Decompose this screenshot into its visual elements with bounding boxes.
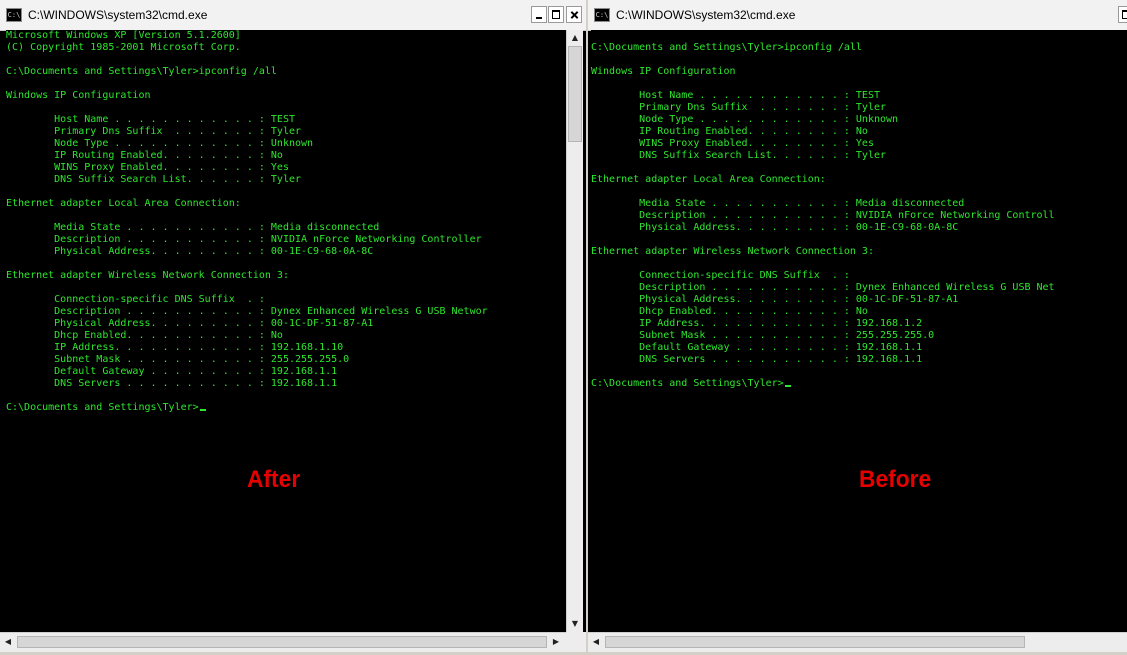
cmd-window-before[interactable]: C:\ C:\WINDOWS\system32\cmd.exe C:\Docum… bbox=[588, 0, 1127, 652]
console-line: Connection-specific DNS Suffix . : bbox=[591, 270, 1127, 282]
window-title: C:\WINDOWS\system32\cmd.exe bbox=[28, 8, 207, 22]
console-line: WINS Proxy Enabled. . . . . . . . : Yes bbox=[6, 162, 566, 174]
minimize-button[interactable] bbox=[531, 6, 547, 23]
console-line: Ethernet adapter Wireless Network Connec… bbox=[6, 270, 566, 282]
console-line: DNS Servers . . . . . . . . . . . : 192.… bbox=[6, 378, 566, 390]
horizontal-scrollbar[interactable]: ◀ bbox=[588, 632, 1127, 652]
console-line: DNS Suffix Search List. . . . . . : Tyle… bbox=[591, 150, 1127, 162]
console-line: Default Gateway . . . . . . . . . : 192.… bbox=[6, 366, 566, 378]
console-line: Host Name . . . . . . . . . . . . : TEST bbox=[591, 90, 1127, 102]
scroll-up-button[interactable]: ▲ bbox=[567, 30, 583, 46]
console-line: C:\Documents and Settings\Tyler> bbox=[6, 402, 566, 414]
console-output[interactable]: C:\Documents and Settings\Tyler>ipconfig… bbox=[591, 30, 1127, 632]
console-line: C:\Documents and Settings\Tyler>ipconfig… bbox=[591, 42, 1127, 54]
console-line bbox=[6, 186, 566, 198]
console-line: Physical Address. . . . . . . . . : 00-1… bbox=[591, 294, 1127, 306]
arrow-up-icon: ▲ bbox=[572, 33, 578, 42]
console-line: DNS Suffix Search List. . . . . . : Tyle… bbox=[6, 174, 566, 186]
vertical-scroll-thumb[interactable] bbox=[568, 46, 582, 142]
title-bar[interactable]: C:\ C:\WINDOWS\system32\cmd.exe bbox=[0, 0, 586, 31]
console-line: Windows IP Configuration bbox=[6, 90, 566, 102]
console-line: Microsoft Windows XP [Version 5.1.2600] bbox=[6, 30, 566, 42]
console-line: Dhcp Enabled. . . . . . . . . . . : No bbox=[6, 330, 566, 342]
console-line: Dhcp Enabled. . . . . . . . . . . : No bbox=[591, 306, 1127, 318]
console-line bbox=[6, 210, 566, 222]
cmd-window-after[interactable]: C:\ C:\WINDOWS\system32\cmd.exe Microsof… bbox=[0, 0, 586, 652]
text-cursor bbox=[200, 409, 206, 411]
console-line: WINS Proxy Enabled. . . . . . . . : Yes bbox=[591, 138, 1127, 150]
before-label: Before bbox=[859, 466, 931, 494]
console-line: Node Type . . . . . . . . . . . . : Unkn… bbox=[591, 114, 1127, 126]
scroll-right-button[interactable]: ▶ bbox=[548, 634, 564, 650]
scroll-left-button[interactable]: ◀ bbox=[0, 634, 16, 650]
after-label: After bbox=[247, 466, 300, 494]
window-title: C:\WINDOWS\system32\cmd.exe bbox=[616, 8, 795, 22]
title-bar[interactable]: C:\ C:\WINDOWS\system32\cmd.exe bbox=[588, 0, 1127, 31]
console-line: Media State . . . . . . . . . . . : Medi… bbox=[591, 198, 1127, 210]
console-line bbox=[591, 78, 1127, 90]
console-line: Media State . . . . . . . . . . . : Medi… bbox=[6, 222, 566, 234]
console-line: Description . . . . . . . . . . . : Dyne… bbox=[6, 306, 566, 318]
console-line bbox=[6, 54, 566, 66]
scroll-down-button[interactable]: ▼ bbox=[567, 616, 583, 632]
console-line: Node Type . . . . . . . . . . . . : Unkn… bbox=[6, 138, 566, 150]
console-line bbox=[591, 162, 1127, 174]
console-line bbox=[6, 282, 566, 294]
console-line bbox=[591, 366, 1127, 378]
console-line: C:\Documents and Settings\Tyler> bbox=[591, 378, 1127, 390]
console-line bbox=[591, 234, 1127, 246]
console-line: Primary Dns Suffix . . . . . . . : Tyler bbox=[591, 102, 1127, 114]
arrow-left-icon: ◀ bbox=[593, 637, 599, 646]
console-line: Ethernet adapter Local Area Connection: bbox=[6, 198, 566, 210]
console-line bbox=[591, 54, 1127, 66]
console-line: Host Name . . . . . . . . . . . . : TEST bbox=[6, 114, 566, 126]
console-line: Default Gateway . . . . . . . . . : 192.… bbox=[591, 342, 1127, 354]
console-line bbox=[591, 30, 1127, 42]
console-line: Subnet Mask . . . . . . . . . . . : 255.… bbox=[6, 354, 566, 366]
console-line: Physical Address. . . . . . . . . : 00-1… bbox=[6, 318, 566, 330]
console-line: C:\Documents and Settings\Tyler>ipconfig… bbox=[6, 66, 566, 78]
console-line: Primary Dns Suffix . . . . . . . : Tyler bbox=[6, 126, 566, 138]
console-line: Physical Address. . . . . . . . . : 00-1… bbox=[6, 246, 566, 258]
console-line: IP Address. . . . . . . . . . . . : 192.… bbox=[591, 318, 1127, 330]
horizontal-scroll-thumb[interactable] bbox=[17, 636, 547, 648]
maximize-button[interactable] bbox=[548, 6, 564, 23]
console-line: (C) Copyright 1985-2001 Microsoft Corp. bbox=[6, 42, 566, 54]
console-line: Windows IP Configuration bbox=[591, 66, 1127, 78]
console-line bbox=[591, 186, 1127, 198]
console-line: IP Routing Enabled. . . . . . . . : No bbox=[591, 126, 1127, 138]
maximize-button[interactable] bbox=[1118, 6, 1127, 23]
arrow-down-icon: ▼ bbox=[572, 619, 578, 628]
scroll-left-button[interactable]: ◀ bbox=[588, 634, 604, 650]
console-line: Description . . . . . . . . . . . : Dyne… bbox=[591, 282, 1127, 294]
console-line: DNS Servers . . . . . . . . . . . : 192.… bbox=[591, 354, 1127, 366]
console-line: Ethernet adapter Local Area Connection: bbox=[591, 174, 1127, 186]
console-line: Description . . . . . . . . . . . : NVID… bbox=[6, 234, 566, 246]
scrollbar-corner bbox=[566, 632, 586, 652]
cmd-window-icon[interactable]: C:\ bbox=[6, 8, 22, 22]
console-line: IP Routing Enabled. . . . . . . . : No bbox=[6, 150, 566, 162]
console-line: Description . . . . . . . . . . . : NVID… bbox=[591, 210, 1127, 222]
close-button[interactable] bbox=[566, 6, 582, 23]
horizontal-scroll-thumb[interactable] bbox=[605, 636, 1025, 648]
arrow-right-icon: ▶ bbox=[553, 637, 559, 646]
console-line bbox=[6, 102, 566, 114]
console-line: Connection-specific DNS Suffix . : bbox=[6, 294, 566, 306]
console-output[interactable]: Microsoft Windows XP [Version 5.1.2600](… bbox=[6, 30, 566, 632]
console-line bbox=[6, 78, 566, 90]
console-line: Ethernet adapter Wireless Network Connec… bbox=[591, 246, 1127, 258]
console-line: IP Address. . . . . . . . . . . . : 192.… bbox=[6, 342, 566, 354]
console-line: Physical Address. . . . . . . . . : 00-1… bbox=[591, 222, 1127, 234]
console-line bbox=[6, 258, 566, 270]
console-line: Subnet Mask . . . . . . . . . . . : 255.… bbox=[591, 330, 1127, 342]
arrow-left-icon: ◀ bbox=[5, 637, 11, 646]
console-line bbox=[591, 258, 1127, 270]
console-line bbox=[6, 390, 566, 402]
text-cursor bbox=[785, 385, 791, 387]
horizontal-scrollbar[interactable]: ◀ ▶ bbox=[0, 632, 566, 652]
vertical-scrollbar[interactable]: ▲ ▼ bbox=[566, 30, 583, 632]
cmd-window-icon[interactable]: C:\ bbox=[594, 8, 610, 22]
